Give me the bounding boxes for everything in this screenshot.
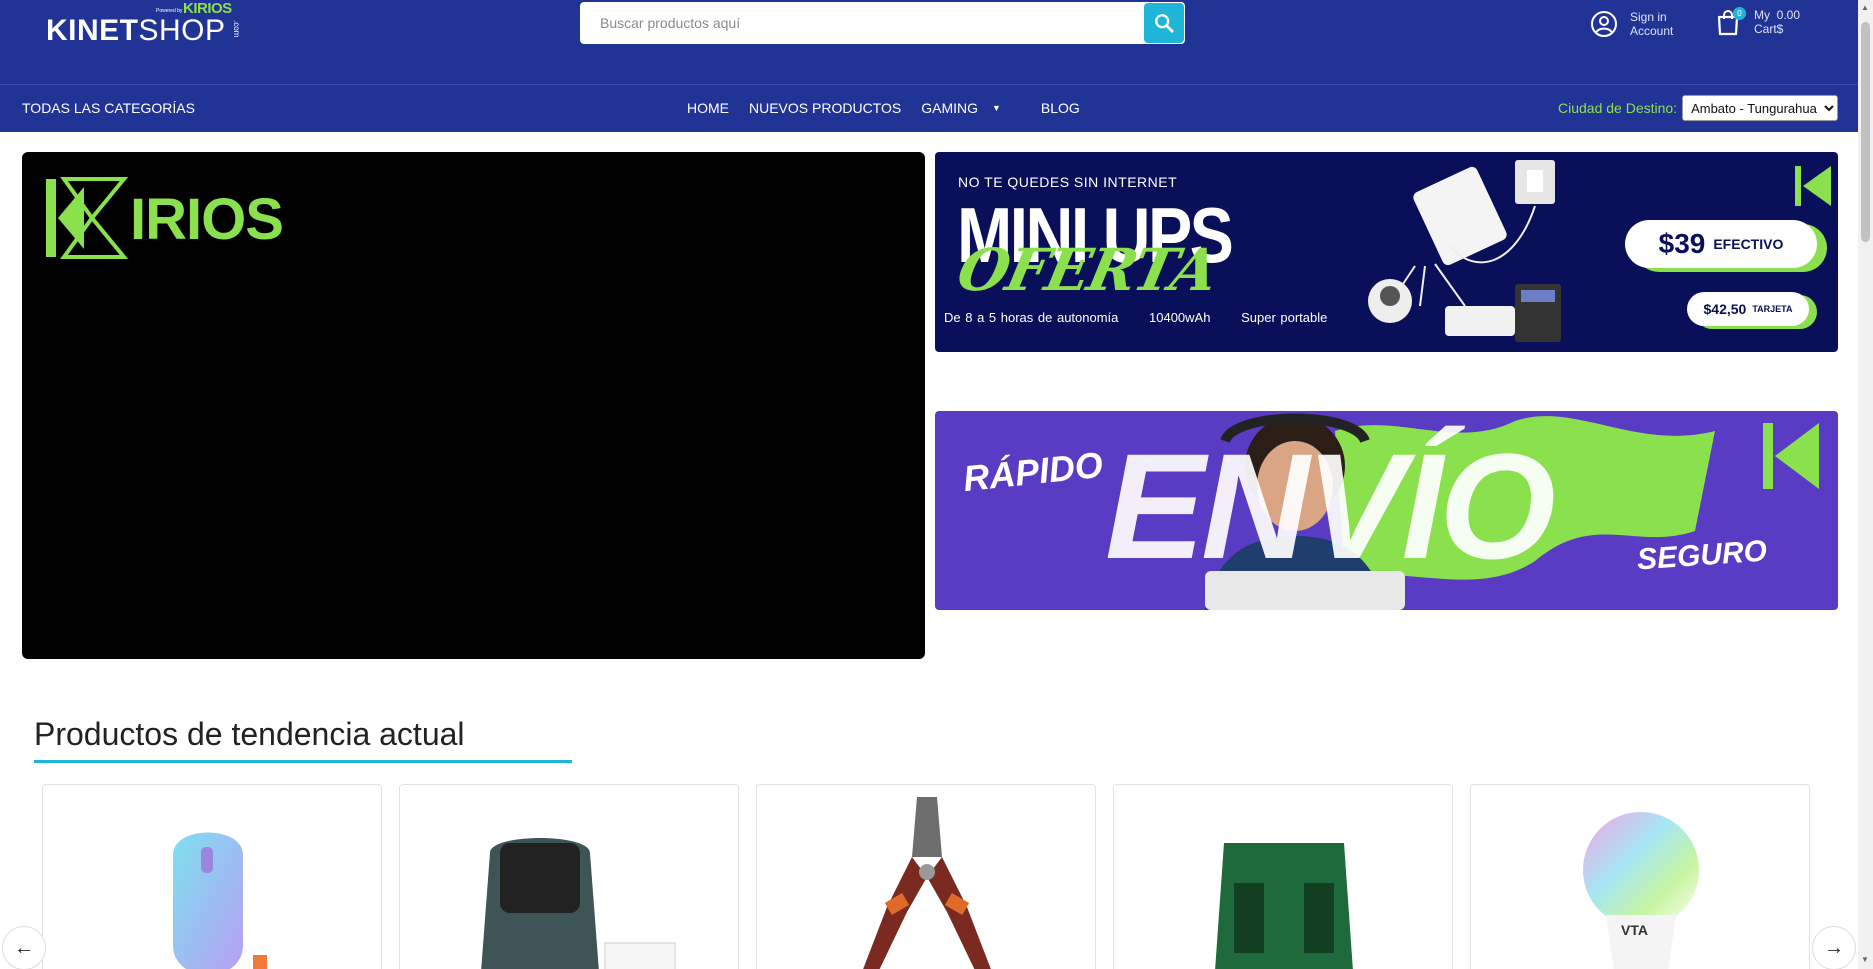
logo-wordmark-b: SHOP — [138, 14, 226, 47]
logo-wordmark-a: KINET — [46, 14, 139, 47]
price-card-label: TARJETA — [1752, 304, 1793, 314]
hero-brand: IRIOS — [130, 186, 284, 252]
main-nav: TODAS LAS CATEGORÍAS HOME NUEVOS PRODUCT… — [0, 84, 1858, 132]
price-card-badge: $42,50 TARJETA — [1687, 292, 1809, 326]
nav-gaming[interactable]: GAMING ▼ — [921, 100, 1021, 116]
all-categories-link[interactable]: TODAS LAS CATEGORÍAS — [22, 100, 195, 116]
nav-home[interactable]: HOME — [687, 100, 729, 116]
price-cash: $39 — [1658, 228, 1706, 259]
cart-text: My 0.00 Cart$ — [1754, 8, 1800, 36]
chevron-down-icon: ▼ — [992, 103, 1001, 113]
nav-blog[interactable]: BLOG — [1041, 100, 1080, 116]
scroll-up-icon[interactable]: ▲ — [1861, 3, 1869, 12]
banner1-features: De 8 a 5 horas de autonomía 10400wAh Sup… — [944, 310, 1353, 325]
cart-line2: Cart$ — [1754, 22, 1784, 36]
hero-logo: IRIOS — [44, 177, 284, 261]
kirios-k-icon — [1795, 166, 1831, 206]
scroll-down-icon[interactable]: ▼ — [1861, 955, 1869, 964]
account-line2: Account — [1630, 24, 1674, 38]
arrow-right-icon: → — [1824, 936, 1844, 959]
carousel-prev-button[interactable]: ← — [2, 926, 46, 969]
banner1-top-text: NO TE QUEDES SIN INTERNET — [958, 174, 1178, 190]
account-link[interactable]: Sign in Account — [1590, 8, 1673, 40]
destination-city: Ciudad de Destino: Ambato - Tungurahua — [1558, 95, 1839, 121]
search-icon — [1155, 14, 1174, 33]
cart-icon-wrap: 0 — [1716, 7, 1746, 36]
banner1-oferta: OFERTA — [951, 236, 1223, 304]
section-title: Productos de tendencia actual — [34, 716, 465, 752]
search-button[interactable] — [1144, 3, 1184, 43]
price-card: $42,50 — [1703, 301, 1747, 317]
product-card[interactable] — [1113, 784, 1453, 969]
site-logo[interactable]: Powered by KIRIOS KINETSHOP .com — [46, 0, 242, 48]
banner-mini-ups[interactable]: NO TE QUEDES SIN INTERNET MINI UPS OFERT… — [935, 152, 1838, 352]
product-card[interactable] — [399, 784, 739, 969]
page: Powered by KIRIOS KINETSHOP .com Sign in — [0, 0, 1873, 969]
account-text: Sign in Account — [1630, 10, 1673, 38]
nav-gaming-label: GAMING — [921, 100, 978, 116]
logo-domain: .com — [232, 20, 241, 38]
price-cash-badge: $39 EFECTIVO — [1625, 220, 1817, 268]
product-carousel: VTA — [42, 784, 1810, 969]
mouse-product-image — [173, 832, 267, 969]
svg-text:VTA: VTA — [1621, 922, 1648, 938]
pliers-product-image — [863, 797, 991, 969]
page-scrollbar[interactable]: ▲ ▼ — [1858, 0, 1873, 969]
search-bar — [580, 2, 1185, 44]
cart-link[interactable]: 0 My 0.00 Cart$ — [1716, 7, 1800, 40]
hero-slider[interactable]: IRIOS — [22, 152, 925, 659]
section-underline — [34, 760, 572, 763]
banner1-feature: De 8 a 5 horas de autonomía — [944, 310, 1119, 325]
banner2-center-text: ENVÍO — [1105, 422, 1556, 590]
carousel-next-button[interactable]: → — [1812, 926, 1856, 969]
cart-line1: My 0.00 — [1754, 8, 1801, 22]
printer-product-image — [481, 838, 676, 969]
nav-links: HOME NUEVOS PRODUCTOS GAMING ▼ BLOG — [687, 100, 1100, 116]
destination-label: Ciudad de Destino: — [1558, 100, 1678, 116]
mini-ups-product-image — [1368, 160, 1561, 342]
product-card[interactable] — [756, 784, 1096, 969]
banner1-feature: 10400wAh — [1149, 310, 1211, 325]
product-card[interactable] — [42, 784, 382, 969]
user-icon — [1591, 11, 1617, 37]
arrow-left-icon: ← — [14, 936, 34, 959]
logo-wordmark: KINETSHOP — [46, 14, 226, 48]
cart-count-badge: 0 — [1733, 7, 1746, 20]
banner1-feature: Super portable — [1241, 310, 1328, 325]
destination-select[interactable]: Ambato - Tungurahua — [1682, 95, 1839, 121]
kirios-k-icon — [46, 177, 128, 259]
nav-new-products[interactable]: NUEVOS PRODUCTOS — [749, 100, 901, 116]
top-header: Powered by KIRIOS KINETSHOP .com Sign in — [0, 0, 1858, 84]
kirios-k-icon — [1763, 423, 1819, 489]
account-line1: Sign in — [1630, 10, 1667, 24]
search-input[interactable] — [580, 2, 1140, 44]
banner2-left-text: RÁPIDO — [961, 443, 1105, 500]
smart-bulb-product-image: VTA — [1583, 812, 1699, 969]
scroll-thumb[interactable] — [1861, 22, 1870, 242]
banner-envio[interactable]: RÁPIDO ENVÍO SEGURO — [935, 411, 1838, 610]
product-card[interactable]: VTA — [1470, 784, 1810, 969]
tool-block-product-image — [1215, 843, 1353, 969]
price-cash-label: EFECTIVO — [1713, 236, 1784, 252]
